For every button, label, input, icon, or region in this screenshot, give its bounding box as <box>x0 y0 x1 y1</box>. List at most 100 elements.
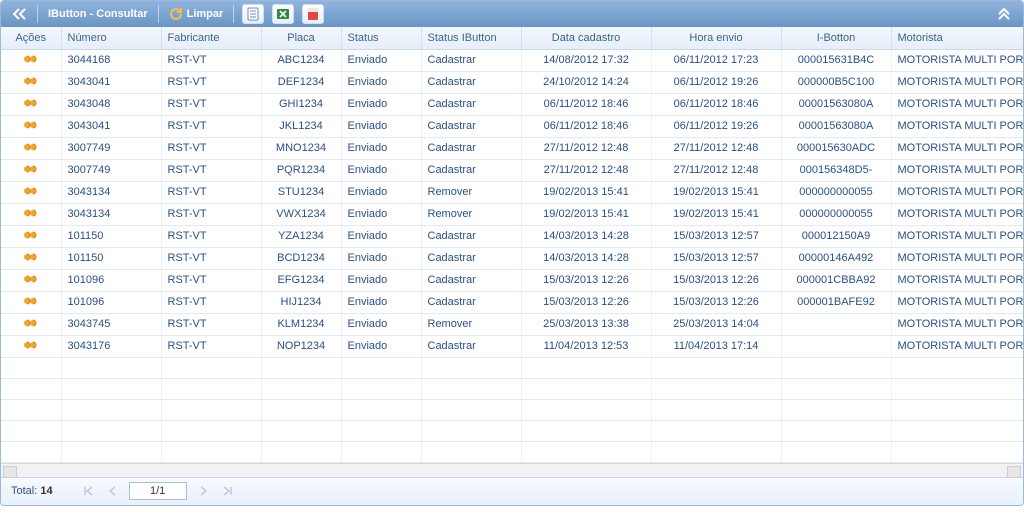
cell-numero[interactable]: 3043041 <box>61 115 161 137</box>
cell-placa[interactable]: BCD1234 <box>261 247 341 269</box>
row-action[interactable] <box>1 335 61 357</box>
table-row-empty <box>1 420 1024 441</box>
cell-ibotton: 000000000055 <box>781 181 891 203</box>
cell-fabricante: RST-VT <box>161 71 261 93</box>
cell-hora-envio: 25/03/2013 14:04 <box>651 313 781 335</box>
pager-next-button[interactable] <box>195 483 211 499</box>
cell-hora-envio: 15/03/2013 12:57 <box>651 247 781 269</box>
table-row[interactable]: 3043176RST-VTNOP1234EnviadoCadastrar11/0… <box>1 335 1024 357</box>
cell-numero[interactable]: 3043745 <box>61 313 161 335</box>
cell-placa[interactable]: ABC1234 <box>261 49 341 71</box>
cell-numero[interactable]: 3043041 <box>61 71 161 93</box>
export-pdf-button[interactable] <box>302 4 324 24</box>
cell-status: Enviado <box>341 93 421 115</box>
cell-placa[interactable]: YZA1234 <box>261 225 341 247</box>
row-action[interactable] <box>1 115 61 137</box>
table-row[interactable]: 3043041RST-VTJKL1234EnviadoCadastrar06/1… <box>1 115 1024 137</box>
row-action[interactable] <box>1 93 61 115</box>
edit-row-icon <box>23 317 39 329</box>
cell-numero[interactable]: 101096 <box>61 269 161 291</box>
clear-button[interactable]: Limpar <box>163 4 230 24</box>
col-status[interactable]: Status <box>341 27 421 49</box>
cell-placa[interactable]: HIJ1234 <box>261 291 341 313</box>
table-row[interactable]: 3043134RST-VTVWX1234EnviadoRemover19/02/… <box>1 203 1024 225</box>
cell-fabricante: RST-VT <box>161 225 261 247</box>
cell-numero[interactable]: 3043048 <box>61 93 161 115</box>
row-action[interactable] <box>1 49 61 71</box>
row-action[interactable] <box>1 137 61 159</box>
cell-data-cadastro: 15/03/2013 12:26 <box>521 269 651 291</box>
cell-placa[interactable]: STU1234 <box>261 181 341 203</box>
col-motorista[interactable]: Motorista <box>891 27 1024 49</box>
cell-numero[interactable]: 101150 <box>61 225 161 247</box>
cell-placa[interactable]: MNO1234 <box>261 137 341 159</box>
export-print-button[interactable] <box>242 4 264 24</box>
cell-placa[interactable]: VWX1234 <box>261 203 341 225</box>
cell-numero[interactable]: 101150 <box>61 247 161 269</box>
pager-prev-button[interactable] <box>105 483 121 499</box>
export-excel-button[interactable] <box>272 4 294 24</box>
cell-hora-envio: 06/11/2012 18:46 <box>651 93 781 115</box>
row-action[interactable] <box>1 247 61 269</box>
col-fabricante[interactable]: Fabricante <box>161 27 261 49</box>
horizontal-scrollbar[interactable] <box>1 463 1023 477</box>
row-action[interactable] <box>1 159 61 181</box>
header-separator <box>158 5 159 23</box>
edit-row-icon <box>23 75 39 87</box>
table-row[interactable]: 101096RST-VTHIJ1234EnviadoCadastrar15/03… <box>1 291 1024 313</box>
cell-placa[interactable]: EFG1234 <box>261 269 341 291</box>
cell-numero[interactable]: 101096 <box>61 291 161 313</box>
next-page-icon <box>199 486 207 496</box>
table-row[interactable]: 101096RST-VTEFG1234EnviadoCadastrar15/03… <box>1 269 1024 291</box>
collapse-up-button[interactable] <box>991 4 1017 24</box>
cell-numero[interactable]: 3043134 <box>61 181 161 203</box>
table-row[interactable]: 101150RST-VTBCD1234EnviadoCadastrar14/03… <box>1 247 1024 269</box>
col-hora-envio[interactable]: Hora envio <box>651 27 781 49</box>
table-row[interactable]: 3043041RST-VTDEF1234EnviadoCadastrar24/1… <box>1 71 1024 93</box>
table-row[interactable]: 3044168RST-VTABC1234EnviadoCadastrar14/0… <box>1 49 1024 71</box>
table-row[interactable]: 3043048RST-VTGHI1234EnviadoCadastrar06/1… <box>1 93 1024 115</box>
row-action[interactable] <box>1 225 61 247</box>
table-row[interactable]: 3007749RST-VTPQR1234EnviadoCadastrar27/1… <box>1 159 1024 181</box>
table-row[interactable]: 3043745RST-VTKLM1234EnviadoRemover25/03/… <box>1 313 1024 335</box>
row-action[interactable] <box>1 269 61 291</box>
cell-numero[interactable]: 3007749 <box>61 137 161 159</box>
row-action[interactable] <box>1 71 61 93</box>
cell-status: Enviado <box>341 247 421 269</box>
cell-motorista: MOTORISTA MULTI PORTAL <box>891 49 1024 71</box>
cell-placa[interactable]: JKL1234 <box>261 115 341 137</box>
cell-fabricante: RST-VT <box>161 203 261 225</box>
header-separator <box>233 5 234 23</box>
row-action[interactable] <box>1 181 61 203</box>
cell-placa[interactable]: PQR1234 <box>261 159 341 181</box>
cell-status: Enviado <box>341 181 421 203</box>
col-placa[interactable]: Placa <box>261 27 341 49</box>
cell-numero[interactable]: 3007749 <box>61 159 161 181</box>
pager-first-button[interactable] <box>81 483 97 499</box>
col-acoes[interactable]: Ações <box>1 27 61 49</box>
cell-fabricante: RST-VT <box>161 137 261 159</box>
col-data-cadastro[interactable]: Data cadastro <box>521 27 651 49</box>
cell-numero[interactable]: 3044168 <box>61 49 161 71</box>
cell-placa[interactable]: DEF1234 <box>261 71 341 93</box>
table-row[interactable]: 3043134RST-VTSTU1234EnviadoRemover19/02/… <box>1 181 1024 203</box>
row-action[interactable] <box>1 203 61 225</box>
table-row[interactable]: 101150RST-VTYZA1234EnviadoCadastrar14/03… <box>1 225 1024 247</box>
cell-motorista: MOTORISTA MULTI PORTAL 8 <box>891 203 1024 225</box>
pager-last-button[interactable] <box>219 483 235 499</box>
cell-ibotton: 00000146A492 <box>781 247 891 269</box>
col-numero[interactable]: Número <box>61 27 161 49</box>
col-ibotton[interactable]: I-Botton <box>781 27 891 49</box>
row-action[interactable] <box>1 313 61 335</box>
cell-numero[interactable]: 3043134 <box>61 203 161 225</box>
collapse-left-button[interactable] <box>7 4 33 24</box>
table-row[interactable]: 3007749RST-VTMNO1234EnviadoCadastrar27/1… <box>1 137 1024 159</box>
row-action[interactable] <box>1 291 61 313</box>
col-status-ibutton[interactable]: Status IButton <box>421 27 521 49</box>
cell-placa[interactable]: NOP1234 <box>261 335 341 357</box>
cell-placa[interactable]: KLM1234 <box>261 313 341 335</box>
cell-motorista: MOTORISTA MULTI PORTAL 4 <box>891 115 1024 137</box>
cell-placa[interactable]: GHI1234 <box>261 93 341 115</box>
cell-numero[interactable]: 3043176 <box>61 335 161 357</box>
pager-page-input[interactable] <box>129 482 187 500</box>
